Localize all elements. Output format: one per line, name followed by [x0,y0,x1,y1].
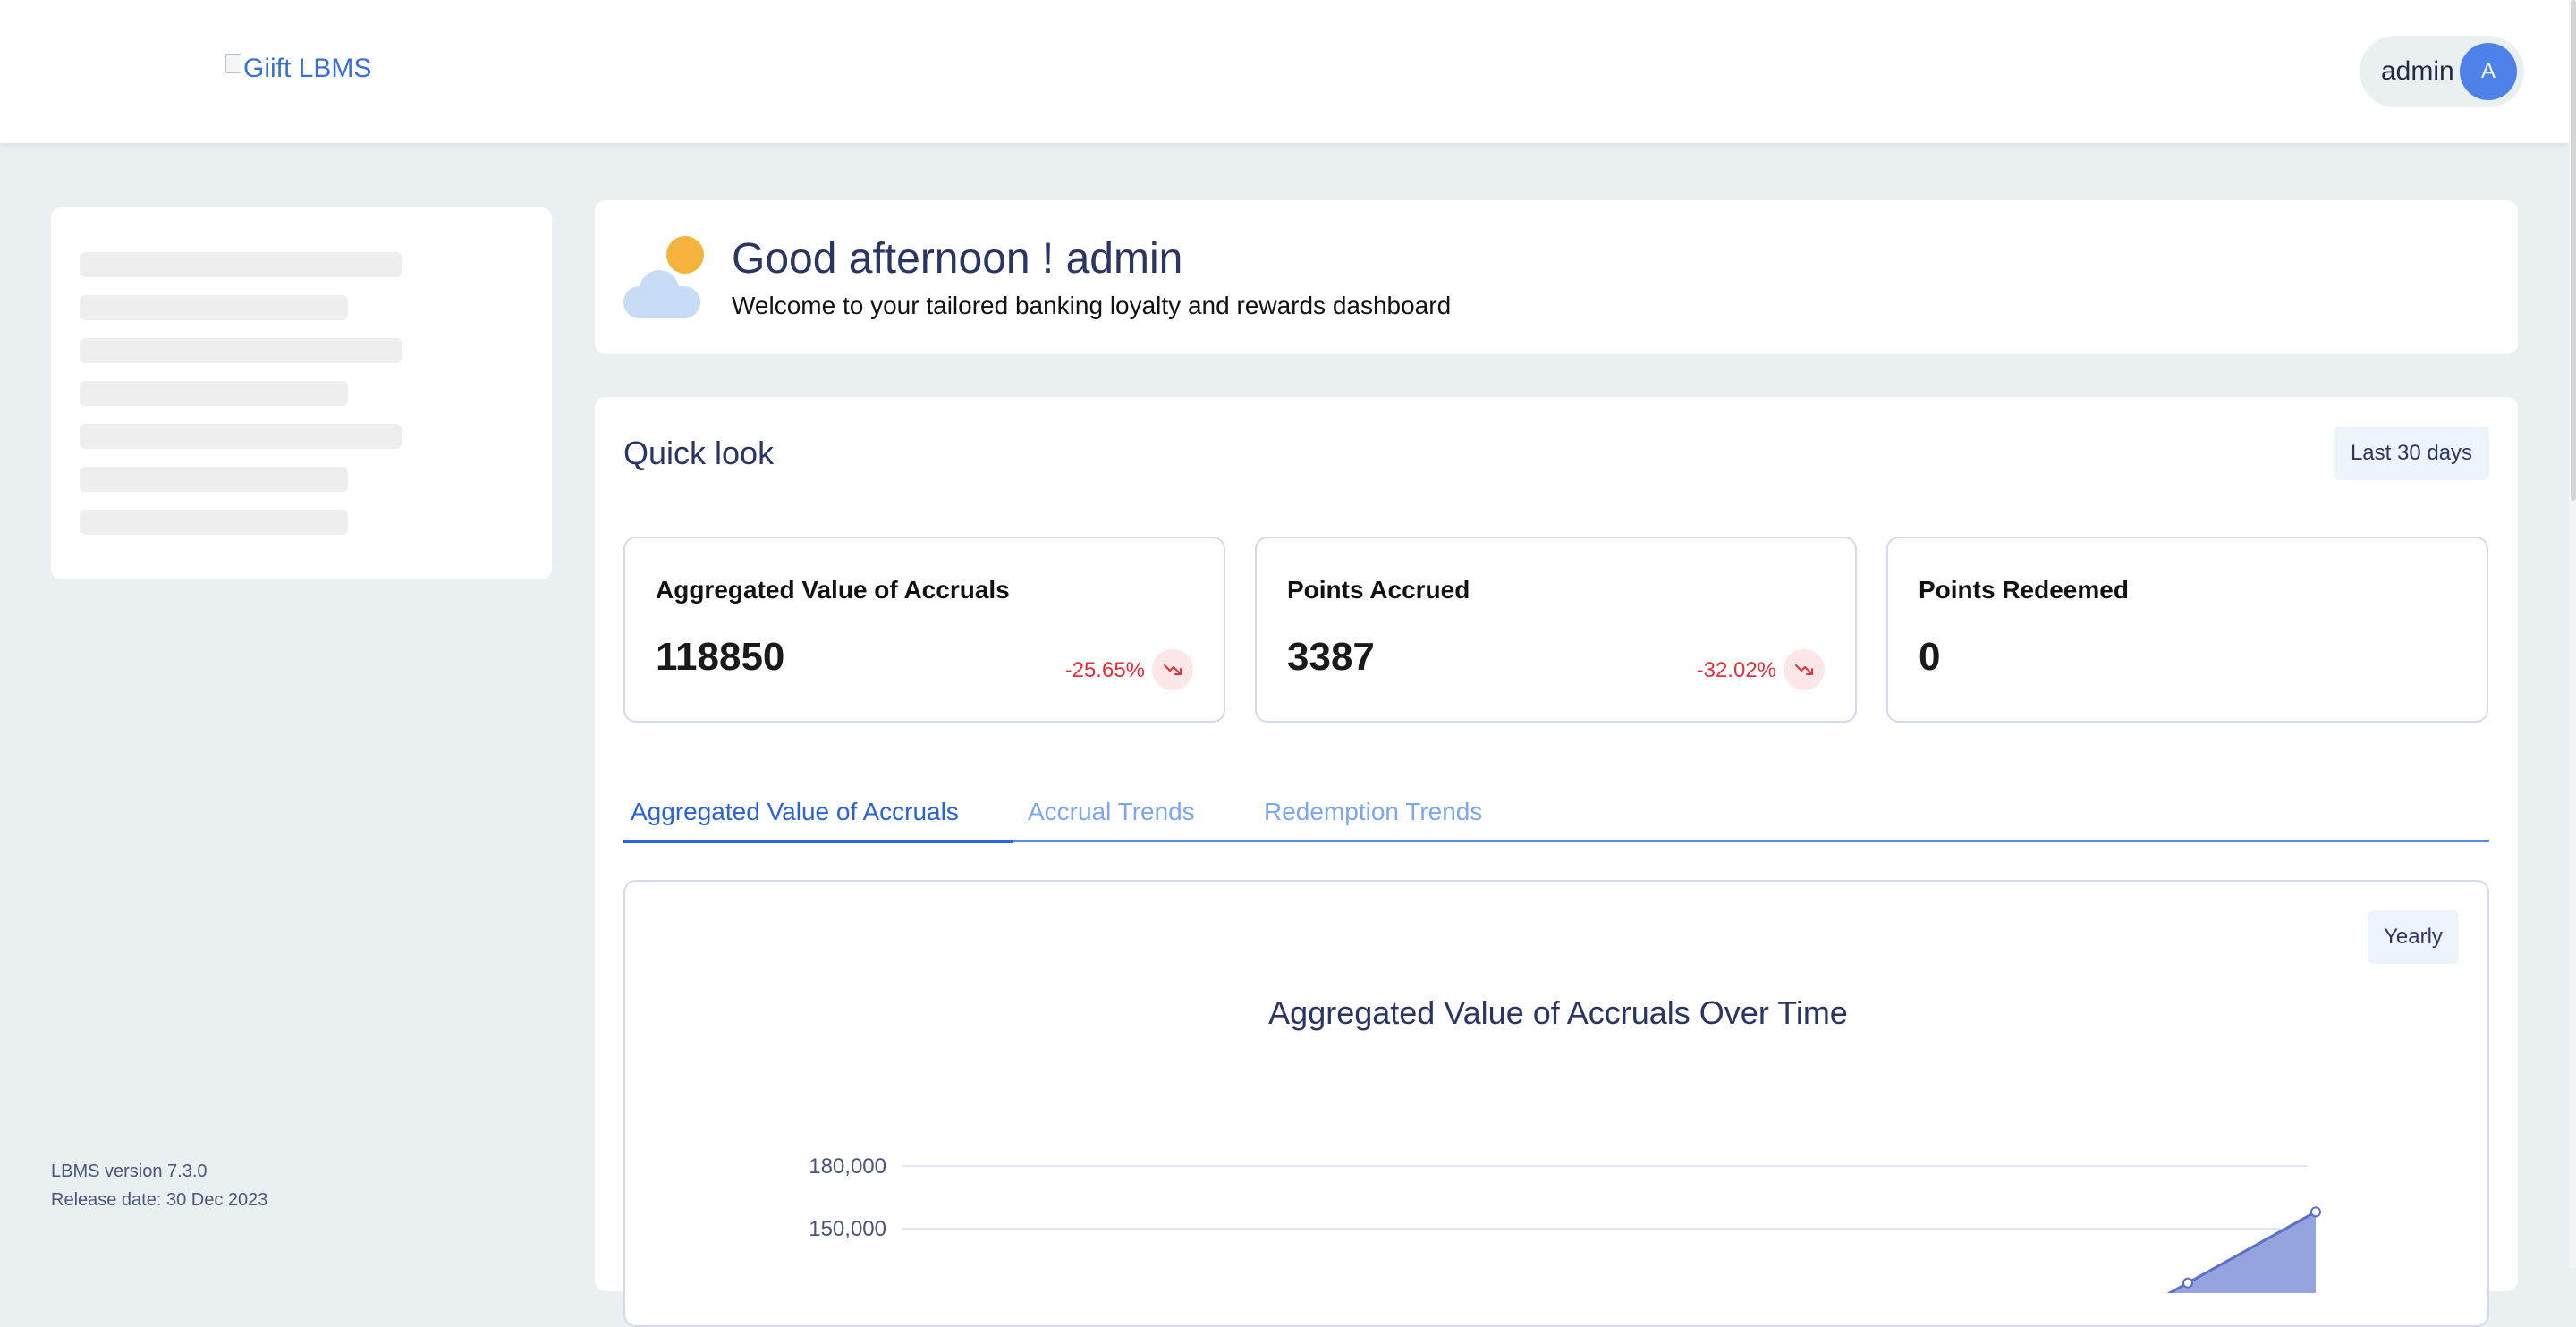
quick-look-panel: Quick look Last 30 days Aggregated Value… [595,397,2518,1327]
top-bar: Giift LBMS admin A [0,0,2569,143]
area-fill [2146,1212,2316,1293]
skeleton-line [80,381,348,406]
skeleton-line [80,252,402,277]
logo[interactable]: Giift LBMS [225,54,371,84]
skeleton-line [80,424,402,449]
trend-down-icon [1784,649,1825,690]
tab-aggregated-value[interactable]: Aggregated Value of Accruals [631,798,959,842]
stat-card-title: Points Accrued [1287,576,1470,604]
sidebar-loading [51,207,552,579]
logo-alt-text: Giift LBMS [243,54,372,83]
broken-image-icon [225,54,242,73]
user-name: admin [2381,56,2454,86]
date-range-button[interactable]: Last 30 days [2334,427,2489,480]
scrollbar-thumb[interactable] [2571,0,2576,501]
stat-card-title: Aggregated Value of Accruals [656,576,1010,604]
chart-card: Yearly Aggregated Value of Accruals Over… [623,880,2489,1327]
y-tick-label: 150,000 [809,1217,886,1241]
greeting-subtitle: Welcome to your tailored banking loyalty… [732,292,1452,319]
trend-down-icon [1152,649,1193,690]
quick-look-title: Quick look [623,435,775,471]
stat-card-title: Points Redeemed [1919,576,2129,604]
skeleton-line [80,467,348,492]
stat-card-points-accrued: Points Accrued 3387 -32.02% [1255,537,1857,723]
tab-redemption-trends[interactable]: Redemption Trends [1264,798,1482,842]
area-chart: 150,000 180,000 [809,1154,2321,1293]
y-tick-label: 180,000 [809,1154,886,1179]
skeleton-line [80,338,402,363]
stat-card-points-redeemed: Points Redeemed 0 [1886,537,2488,723]
data-point[interactable] [2310,1206,2321,1218]
skeleton-line [80,295,348,320]
stat-card-value: 118850 [656,635,785,679]
cloud-icon [623,270,700,318]
chart-tabs: Aggregated Value of Accruals Accrual Tre… [623,798,2489,843]
stat-card-accrual-value: Aggregated Value of Accruals 118850 -25.… [623,537,1225,723]
release-date: Release date: 30 Dec 2023 [51,1190,268,1210]
stat-card-value: 3387 [1287,635,1375,679]
tab-accrual-trends[interactable]: Accrual Trends [1028,798,1195,842]
greeting-card: Good afternoon ! admin Welcome to your t… [595,200,2518,354]
stat-card-delta: -25.65% [1064,658,1145,682]
data-point[interactable] [2182,1277,2193,1289]
active-tab-indicator [623,840,1013,843]
user-menu[interactable]: admin A [2360,36,2524,107]
stat-card-value: 0 [1919,635,1941,679]
version-label: LBMS version 7.3.0 [51,1162,208,1181]
version-info: LBMS version 7.3.0 Release date: 30 Dec … [51,1157,267,1214]
greeting-title: Good afternoon ! admin [732,235,1183,283]
skeleton-line [80,510,348,535]
stat-card-delta: -32.02% [1696,658,1776,682]
sun-icon [666,236,704,274]
avatar[interactable]: A [2460,43,2517,100]
